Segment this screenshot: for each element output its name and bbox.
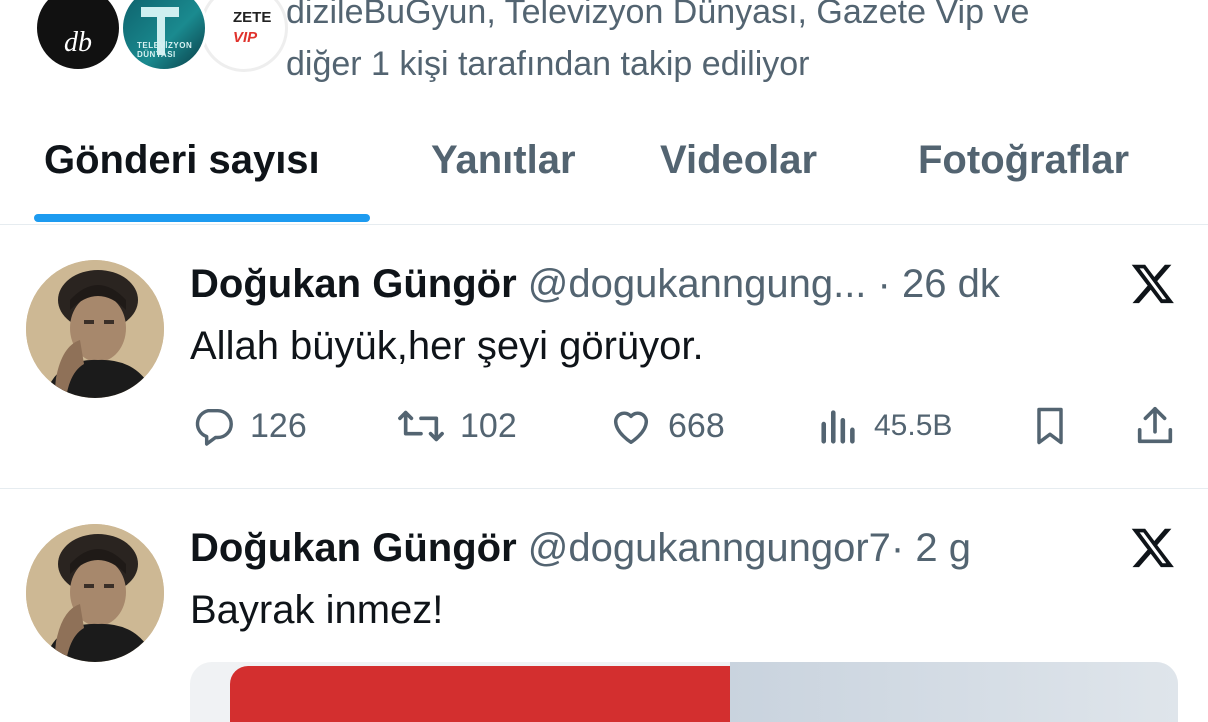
separator-dot: · (890, 526, 905, 570)
tweet-text: Allah büyük,her şeyi görüyor. (190, 324, 704, 368)
followed-by-section[interactable]: db TELEVİZYON DÜNYASI ZETE VIP dizileBuG… (0, 0, 1208, 100)
follower-avatar-gazete-vip[interactable]: ZETE VIP (200, 0, 288, 72)
like-count: 668 (668, 406, 725, 445)
author-handle[interactable]: @dogukanngung... (528, 262, 867, 306)
tab-posts[interactable]: Gönderi sayısı (44, 138, 320, 183)
profile-tabs: Gönderi sayısı Yanıtlar Videolar Fotoğra… (0, 118, 1208, 225)
x-logo-icon[interactable] (1130, 260, 1176, 306)
separator-dot: · (877, 262, 891, 306)
follower-avatar-televizyon[interactable]: TELEVİZYON DÜNYASI (120, 0, 208, 72)
followed-by-text[interactable]: dizileBuGyun, Televizyon Dünyası, Gazete… (286, 0, 1186, 90)
analytics-icon (821, 410, 855, 444)
tweet-time[interactable]: 26 dk (902, 262, 1000, 306)
tab-videos[interactable]: Videolar (660, 138, 817, 183)
repost-icon (398, 410, 444, 442)
views-button[interactable]: 45.5B (818, 396, 952, 456)
author-name[interactable]: Doğukan Güngör (190, 526, 517, 570)
tweet-actions: 126 102 668 45.5B (190, 396, 1180, 456)
author-name[interactable]: Doğukan Güngör (190, 262, 517, 306)
share-button[interactable] (1132, 396, 1178, 456)
tweet[interactable]: Doğukan Güngör @dogukanngungor7· 2 g Bay… (0, 490, 1208, 722)
author-handle[interactable]: @dogukanngungor7 (528, 526, 891, 570)
reply-button[interactable]: 126 (190, 396, 307, 456)
follower-avatar-db[interactable]: db (34, 0, 122, 72)
reply-icon (195, 408, 233, 446)
bookmark-icon (1037, 407, 1063, 445)
tweet-time[interactable]: 2 g (915, 526, 971, 570)
reply-count: 126 (250, 406, 307, 445)
x-logo-icon[interactable] (1130, 524, 1176, 570)
tab-photos[interactable]: Fotoğraflar (918, 138, 1129, 183)
tab-replies[interactable]: Yanıtlar (431, 138, 576, 183)
flag-image-region (230, 666, 730, 722)
active-tab-indicator (34, 214, 370, 222)
profile-photo-image (26, 524, 164, 662)
bookmark-button[interactable] (1028, 396, 1072, 456)
tweet-header: Doğukan Güngör @dogukanngungor7· 2 g (190, 520, 1110, 576)
repost-count: 102 (460, 406, 517, 445)
tweet[interactable]: Doğukan Güngör @dogukanngung... · 26 dk … (0, 226, 1208, 489)
follower-avatar-stack[interactable]: db TELEVİZYON DÜNYASI ZETE VIP (34, 0, 288, 76)
followed-by-line-2: diğer 1 kişi tarafından takip ediliyor (286, 45, 810, 83)
view-count: 45.5B (874, 409, 953, 442)
avatar[interactable] (26, 524, 164, 662)
tweet-media-image[interactable] (190, 662, 1178, 722)
share-icon (1137, 406, 1173, 444)
avatar[interactable] (26, 260, 164, 398)
tweet-text: Bayrak inmez! (190, 588, 444, 632)
heart-icon (613, 411, 649, 445)
profile-photo-image (26, 260, 164, 398)
like-button[interactable]: 668 (608, 396, 725, 456)
tweet-header: Doğukan Güngör @dogukanngung... · 26 dk (190, 256, 1110, 312)
followed-by-line-1: dizileBuGyun, Televizyon Dünyası, Gazete… (286, 0, 1030, 31)
repost-button[interactable]: 102 (396, 396, 517, 456)
sky-image-region (730, 662, 1178, 722)
